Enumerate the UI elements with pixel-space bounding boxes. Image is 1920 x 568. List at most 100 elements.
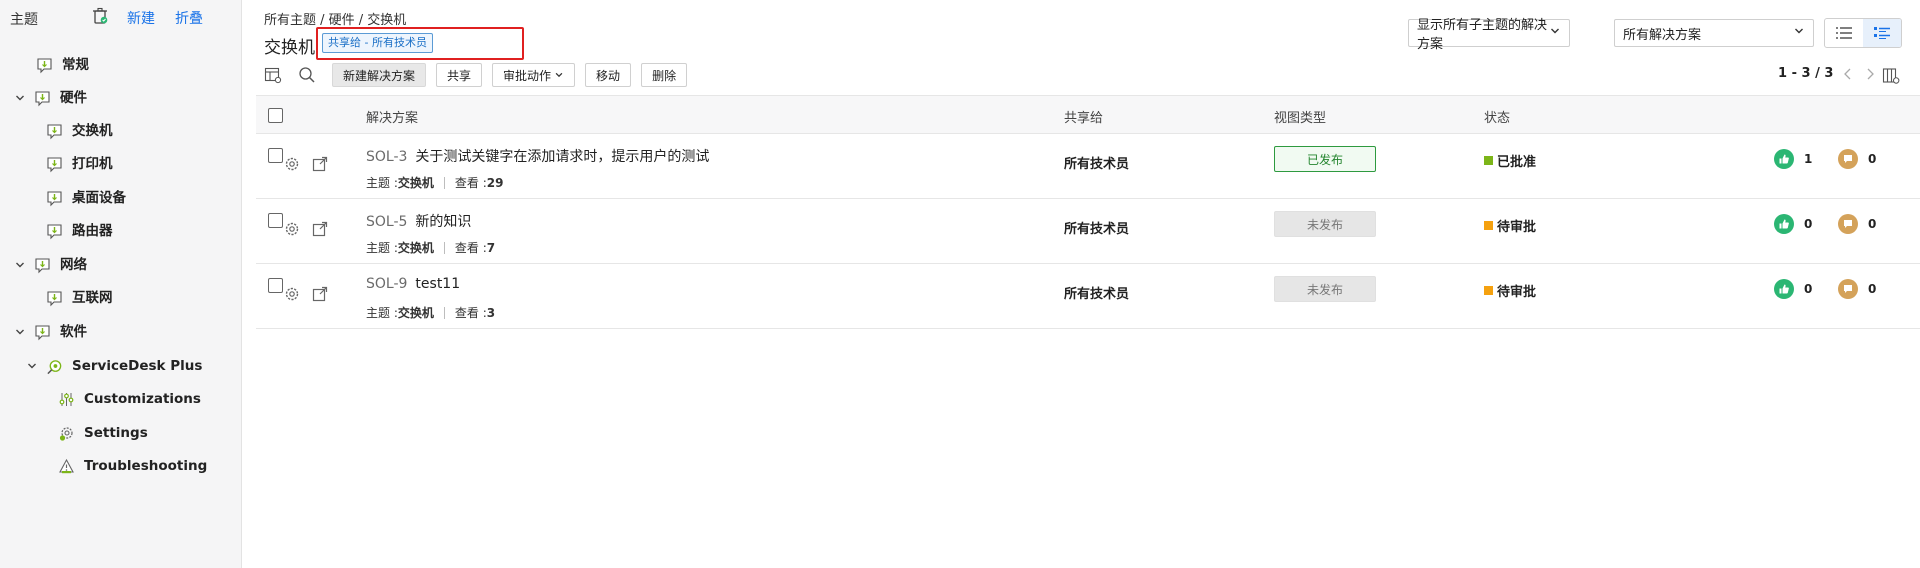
views-label: 查看 :: [454, 306, 487, 320]
comments-counter[interactable]: 0: [1838, 149, 1876, 169]
delete-topic-icon[interactable]: [90, 6, 110, 26]
approval-actions-dropdown[interactable]: 审批动作: [492, 63, 576, 87]
gear-icon[interactable]: [284, 221, 300, 237]
open-in-new-window-icon[interactable]: [312, 286, 328, 302]
topic-value: 交换机: [397, 176, 434, 190]
gear-icon[interactable]: [284, 156, 300, 172]
thumbs-up-icon: [1774, 214, 1794, 234]
table-settings-icon[interactable]: [264, 66, 282, 84]
shared-with-cell: 所有技术员: [1064, 222, 1130, 237]
chevron-down-icon[interactable]: [14, 259, 26, 271]
detail-view-icon[interactable]: [1863, 19, 1901, 47]
likes-counter[interactable]: 1: [1774, 149, 1812, 169]
tree-item-desktop[interactable]: 桌面设备: [46, 186, 126, 210]
open-in-new-window-icon[interactable]: [312, 156, 328, 172]
chevron-down-icon[interactable]: [26, 360, 38, 372]
list-view-icon[interactable]: [1825, 19, 1863, 47]
status-cell: 待审批: [1484, 281, 1536, 300]
collapse-topics-link[interactable]: 折叠: [175, 8, 203, 28]
likes-count: 1: [1804, 152, 1813, 166]
solution-id: SOL-5: [366, 214, 408, 230]
subtopic-filter-select[interactable]: 显示所有子主题的解决方案: [1408, 18, 1570, 52]
col-header-solution[interactable]: 解决方案: [366, 107, 418, 126]
tree-label: 常规: [62, 57, 89, 73]
tree-label: ServiceDesk Plus: [72, 358, 203, 374]
chevron-right-icon[interactable]: [1863, 67, 1877, 81]
subtopic-filter-value: 显示所有子主题的解决方案: [1417, 18, 1548, 52]
topic-label: 主题 :: [366, 306, 398, 320]
move-button[interactable]: 移动: [585, 63, 632, 87]
chevron-left-icon[interactable]: [1841, 67, 1855, 81]
comments-counter[interactable]: 0: [1838, 214, 1876, 234]
row-checkbox[interactable]: [268, 213, 283, 228]
column-chooser-icon[interactable]: [1882, 67, 1900, 85]
topic-label: 主题 :: [366, 176, 398, 190]
tree-item-software[interactable]: 软件: [14, 320, 87, 344]
table-row: SOL-3 关于测试关键字在添加请求时，提示用户的测试 主题 : 交换机 查看 :…: [256, 134, 1920, 199]
likes-counter[interactable]: 0: [1774, 279, 1812, 299]
share-button[interactable]: 共享: [436, 63, 483, 87]
meta-divider: [443, 241, 445, 254]
table-row: SOL-5 新的知识 主题 : 交换机 查看 : 7 所有技术员 未发布 待审批 …: [256, 199, 1920, 264]
search-icon[interactable]: [298, 66, 316, 84]
status-text: 已批准: [1497, 155, 1537, 170]
tree-item-settings[interactable]: Settings: [58, 421, 148, 445]
tree-item-general[interactable]: 常规: [36, 53, 89, 77]
new-solution-button[interactable]: 新建解决方案: [332, 63, 427, 87]
status-dot: [1484, 156, 1493, 165]
gear-icon[interactable]: [284, 286, 300, 302]
status-dot: [1484, 221, 1493, 230]
col-header-view-type[interactable]: 视图类型: [1274, 107, 1326, 126]
tree-item-customizations[interactable]: Customizations: [58, 387, 201, 411]
likes-count: 0: [1804, 217, 1813, 231]
meta-divider: [443, 306, 445, 319]
topic-icon: [36, 57, 53, 74]
likes-count: 0: [1804, 282, 1813, 296]
solution-link[interactable]: SOL-3 关于测试关键字在添加请求时，提示用户的测试: [366, 146, 709, 166]
comments-count: 0: [1868, 282, 1877, 296]
tree-item-printer[interactable]: 打印机: [46, 152, 113, 176]
solution-filter-select[interactable]: 所有解决方案: [1614, 19, 1814, 47]
open-in-new-window-icon[interactable]: [312, 221, 328, 237]
chevron-down-icon[interactable]: [14, 92, 26, 104]
shared-with-cell: 所有技术员: [1064, 157, 1130, 172]
topic-icon: [46, 223, 63, 240]
solution-link[interactable]: SOL-9 test11: [366, 276, 460, 292]
tree-item-servicedesk-plus[interactable]: ServiceDesk Plus: [26, 354, 202, 378]
comments-counter[interactable]: 0: [1838, 279, 1876, 299]
views-value: 3: [486, 305, 496, 320]
solution-link[interactable]: SOL-5 新的知识: [366, 211, 471, 231]
row-checkbox[interactable]: [268, 278, 283, 293]
tree-item-hardware[interactable]: 硬件: [14, 86, 87, 110]
tree-label: Settings: [84, 425, 148, 441]
views-label: 查看 :: [454, 241, 487, 255]
solution-id: SOL-3: [366, 149, 408, 165]
topic-label: 主题 :: [366, 241, 398, 255]
chevron-down-icon[interactable]: [14, 326, 26, 338]
row-checkbox[interactable]: [268, 148, 283, 163]
tree-item-internet[interactable]: 互联网: [46, 286, 113, 310]
solutions-table: 解决方案 共享给 视图类型 状态 SOL-3 关于测试关键字在添加请求时，提示用户…: [256, 95, 1920, 329]
chevron-down-icon: [1793, 25, 1805, 41]
topic-icon: [46, 123, 63, 140]
views-value: 29: [486, 175, 504, 190]
tree-item-network[interactable]: 网络: [14, 253, 87, 277]
table-row: SOL-9 test11 主题 : 交换机 查看 : 3 所有技术员 未发布 待审…: [256, 264, 1920, 329]
topic-icon: [34, 257, 51, 274]
solution-meta: 主题 : 交换机 查看 : 29: [366, 174, 503, 191]
shared-with-badge: 共享给 - 所有技术员: [322, 33, 433, 53]
select-all-checkbox[interactable]: [268, 108, 283, 123]
tree-item-router[interactable]: 路由器: [46, 219, 113, 243]
status-text: 待审批: [1497, 220, 1537, 235]
solution-filter-value: 所有解决方案: [1623, 27, 1702, 43]
delete-button[interactable]: 删除: [641, 63, 688, 87]
view-type-badge: 未发布: [1274, 211, 1376, 237]
likes-counter[interactable]: 0: [1774, 214, 1812, 234]
col-header-status[interactable]: 状态: [1484, 107, 1510, 126]
new-topic-link[interactable]: 新建: [127, 8, 155, 28]
topic-icon: [46, 156, 63, 173]
topic-value: 交换机: [397, 306, 434, 320]
col-header-shared-with[interactable]: 共享给: [1064, 107, 1103, 126]
tree-item-troubleshooting[interactable]: Troubleshooting: [58, 454, 207, 478]
tree-item-switch[interactable]: 交换机: [46, 119, 113, 143]
